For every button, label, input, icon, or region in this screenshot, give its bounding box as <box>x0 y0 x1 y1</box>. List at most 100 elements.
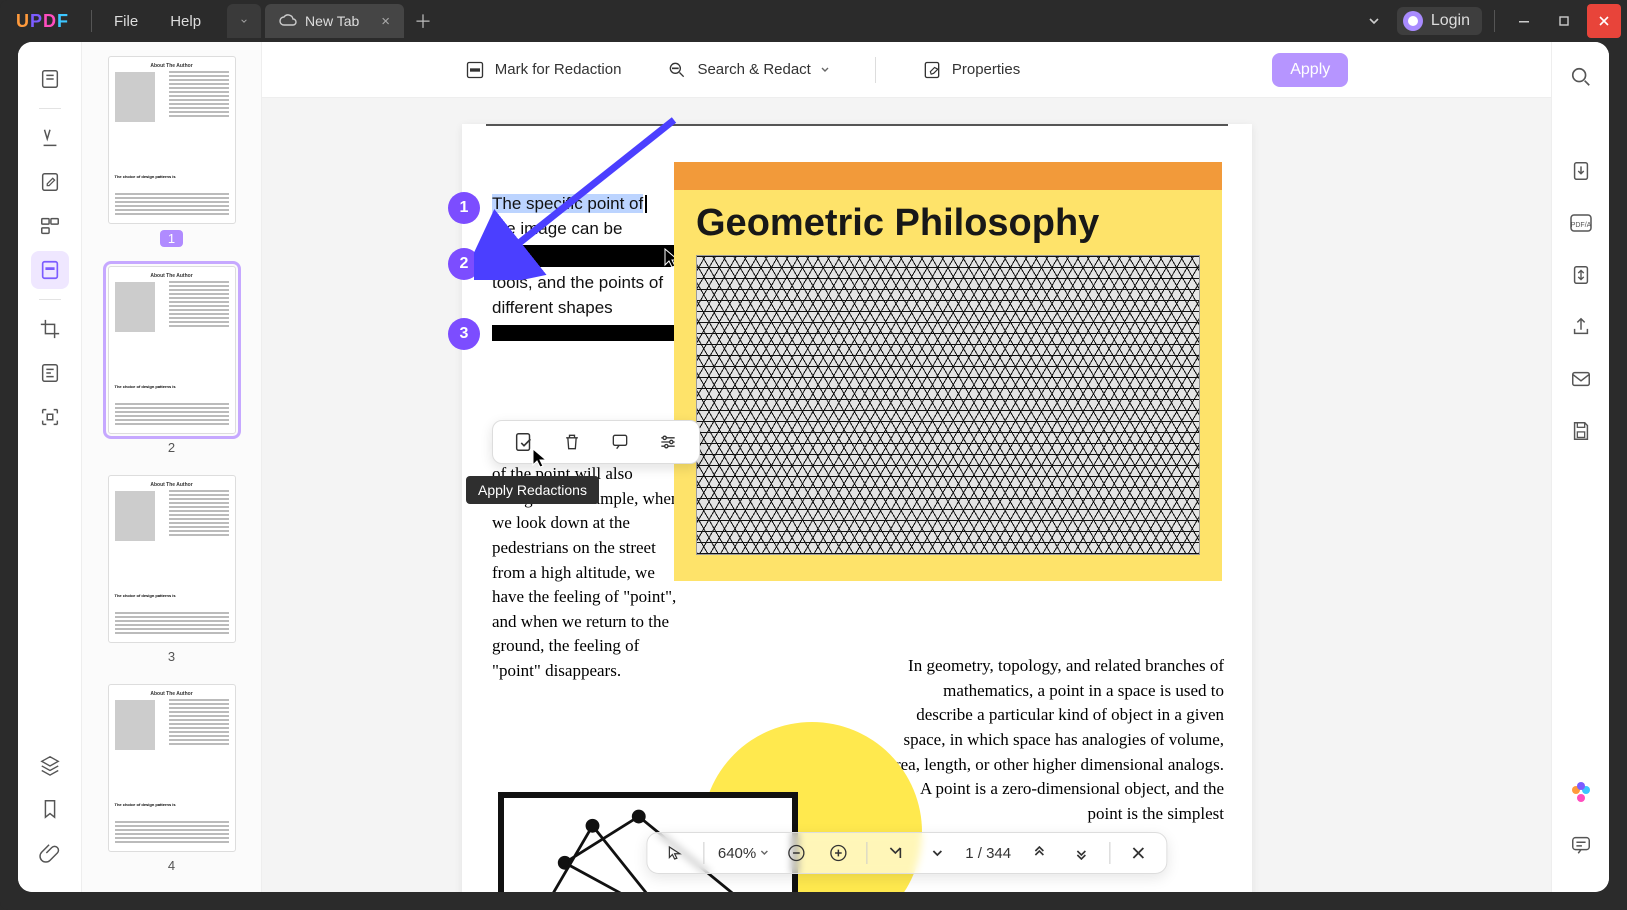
tool-bookmark[interactable] <box>31 790 69 828</box>
properties-label: Properties <box>952 61 1020 78</box>
chevron-down-icon <box>241 16 247 26</box>
compress-button[interactable] <box>1564 258 1598 292</box>
hero-title: Geometric Philosophy <box>696 202 1200 245</box>
search-button[interactable] <box>1564 60 1598 94</box>
page-number-badge: 3 <box>168 649 175 664</box>
annotation-arrow-icon <box>474 110 694 280</box>
text-column-right: In geometry, topology, and related branc… <box>884 654 1224 826</box>
avatar-icon <box>1403 11 1423 31</box>
properties-button[interactable]: Properties <box>922 60 1020 80</box>
redaction-context-toolbar <box>492 420 700 464</box>
tab-label: New Tab <box>305 13 359 29</box>
ai-icon <box>1568 780 1594 806</box>
close-bar-button[interactable] <box>1124 839 1152 867</box>
first-page-button[interactable] <box>881 839 909 867</box>
dropdown-caret-icon <box>760 849 768 857</box>
tool-edit[interactable] <box>31 163 69 201</box>
search-redact-button[interactable]: Search & Redact <box>667 60 828 80</box>
window-close-button[interactable] <box>1587 4 1621 38</box>
tool-layers[interactable] <box>31 746 69 784</box>
separator <box>1494 10 1495 32</box>
titlebar: UPDF File Help New Tab × ＋ Login <box>0 0 1627 42</box>
search-label: Search & Redact <box>697 61 810 78</box>
share-button[interactable] <box>1564 310 1598 344</box>
cloud-icon <box>279 14 297 28</box>
tab-add-button[interactable]: ＋ <box>414 8 432 34</box>
tool-attachment[interactable] <box>31 834 69 872</box>
prev-page-button[interactable] <box>923 839 951 867</box>
apply-button[interactable]: Apply <box>1272 53 1348 87</box>
email-button[interactable] <box>1564 362 1598 396</box>
menu-help[interactable]: Help <box>154 13 217 30</box>
separator <box>39 108 61 109</box>
login-button[interactable]: Login <box>1397 7 1482 35</box>
zoom-select[interactable]: 640% <box>718 845 768 862</box>
redaction-mark[interactable] <box>492 325 678 341</box>
ai-assistant-button[interactable] <box>1564 776 1598 810</box>
page-number-badge: 2 <box>168 440 175 455</box>
tool-redact[interactable] <box>31 251 69 289</box>
thumbnail-page-2[interactable]: About The AuthorThe choice of design pat… <box>92 266 251 457</box>
window-minimize-button[interactable] <box>1507 4 1541 38</box>
separator <box>875 57 876 83</box>
hero-block: Geometric Philosophy <box>674 162 1222 581</box>
mark-for-redaction-button[interactable]: Mark for Redaction <box>465 60 622 80</box>
tool-ocr[interactable] <box>31 398 69 436</box>
dropdown-caret-icon <box>821 66 829 74</box>
pdfa-button[interactable]: PDF/A <box>1564 206 1598 240</box>
page-number-badge: 1 <box>160 230 183 247</box>
document-scroll[interactable]: 1 2 3 The specific point of the image ca… <box>262 98 1551 892</box>
tool-organize[interactable] <box>31 207 69 245</box>
page-canvas[interactable]: 1 2 3 The specific point of the image ca… <box>462 124 1252 892</box>
tab-strip: New Tab × ＋ <box>227 0 432 42</box>
page-up-button[interactable] <box>1025 839 1053 867</box>
settings-button[interactable] <box>655 429 681 455</box>
page-indicator[interactable]: 1 / 344 <box>965 845 1011 862</box>
page-down-button[interactable] <box>1067 839 1095 867</box>
window-maximize-button[interactable] <box>1547 4 1581 38</box>
tab-new[interactable]: New Tab × <box>265 4 404 38</box>
thumbnail-page-3[interactable]: About The AuthorThe choice of design pat… <box>92 475 251 666</box>
tool-form[interactable] <box>31 354 69 392</box>
view-controls-bar: 640% 1 / 344 <box>646 832 1167 874</box>
tool-crop[interactable] <box>31 310 69 348</box>
tab-blank[interactable] <box>227 4 261 38</box>
separator <box>39 299 61 300</box>
tool-comment[interactable] <box>31 119 69 157</box>
annotation-badge-3: 3 <box>448 318 480 350</box>
note-button[interactable] <box>607 429 633 455</box>
zoom-out-button[interactable] <box>782 839 810 867</box>
save-button[interactable] <box>1564 414 1598 448</box>
thumbnail-page-1[interactable]: About The AuthorThe choice of design pat… <box>92 56 251 248</box>
chevron-down-icon[interactable] <box>1357 4 1391 38</box>
mark-redaction-icon <box>465 60 485 80</box>
comments-panel-button[interactable] <box>1564 828 1598 862</box>
thumbnail-page-4[interactable]: About The AuthorThe choice of design pat… <box>92 684 251 875</box>
workspace: About The AuthorThe choice of design pat… <box>18 42 1609 892</box>
menu-file[interactable]: File <box>98 13 154 30</box>
search-redact-icon <box>667 60 687 80</box>
page-number-badge: 4 <box>168 858 175 873</box>
separator <box>91 10 92 32</box>
tooltip: Apply Redactions <box>466 476 599 504</box>
redact-toolbar: Mark for Redaction Search & Redact Prope… <box>262 42 1551 98</box>
document-area: Mark for Redaction Search & Redact Prope… <box>262 42 1551 892</box>
thumbnail-panel[interactable]: About The AuthorThe choice of design pat… <box>82 42 262 892</box>
hero-image <box>696 255 1200 555</box>
zoom-in-button[interactable] <box>824 839 852 867</box>
login-label: Login <box>1431 12 1470 30</box>
left-toolbar <box>18 42 82 892</box>
select-tool-button[interactable] <box>661 839 689 867</box>
convert-button[interactable] <box>1564 154 1598 188</box>
mark-label: Mark for Redaction <box>495 61 622 78</box>
separator <box>1109 842 1110 864</box>
tool-reader[interactable] <box>31 60 69 98</box>
separator <box>703 842 704 864</box>
app-logo: UPDF <box>0 11 85 32</box>
delete-button[interactable] <box>559 429 585 455</box>
tab-close-icon[interactable]: × <box>381 13 390 30</box>
mouse-pointer-icon <box>532 448 548 468</box>
properties-icon <box>922 60 942 80</box>
right-toolbar: PDF/A <box>1551 42 1609 892</box>
separator <box>866 842 867 864</box>
